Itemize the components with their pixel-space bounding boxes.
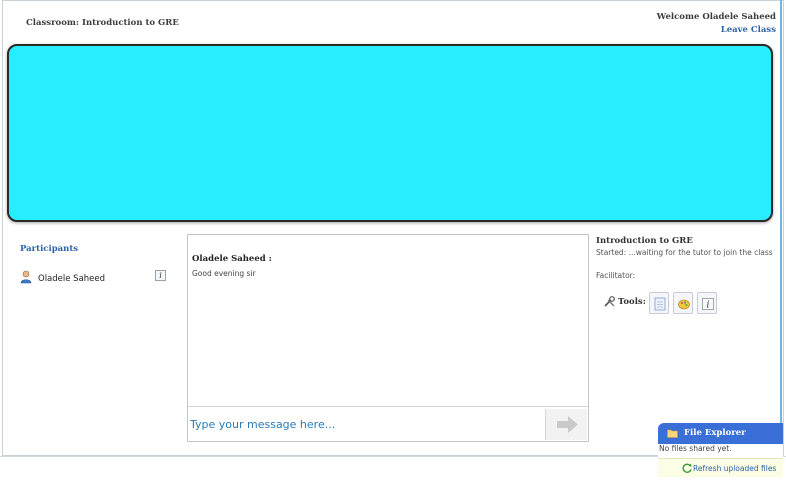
svg-text:i: i [707,301,710,311]
folder-icon [667,429,678,438]
notepad-button[interactable] [649,292,669,314]
chat-message-input[interactable] [188,413,540,435]
chat-input-area [188,406,588,441]
send-button[interactable] [545,409,587,440]
class-info-title: Introduction to GRE [596,236,693,246]
facilitator-label: Facilitator: [596,271,636,280]
classroom-stage [7,44,773,222]
file-explorer-header[interactable]: File Explorer [658,423,783,444]
chat-message-text: Good evening sir [192,269,256,278]
leave-class-link[interactable]: Leave Class [721,25,776,35]
welcome-text: Welcome Oladele Saheed [656,12,776,22]
tools-row: Tools: i [604,292,734,316]
tools-icon [604,296,615,307]
arrow-right-icon [557,416,578,433]
info-icon: i [702,298,714,311]
participant-name: Oladele Saheed [38,274,106,284]
refresh-icon [682,463,692,473]
file-explorer-status: No files shared yet. [658,444,783,458]
scrollbar-edge [780,0,782,456]
refresh-files-button[interactable]: Refresh uploaded files [658,458,783,477]
participants-heading: Participants [20,244,79,254]
participant-item: Oladele Saheed i [20,270,166,286]
user-icon [20,270,32,284]
file-explorer-title: File Explorer [684,428,746,438]
chat-message-author: Oladele Saheed : [192,254,272,264]
tools-label: Tools: [618,297,646,307]
palette-icon [678,299,690,310]
info-icon[interactable]: i [155,270,166,281]
palette-button[interactable] [673,292,693,314]
refresh-files-label: Refresh uploaded files [693,464,777,473]
notepad-icon [654,297,666,311]
chat-panel: Oladele Saheed : Good evening sir [187,234,589,442]
info-button[interactable]: i [697,292,717,314]
class-started-status: Started: ...waiting for the tutor to joi… [596,248,773,257]
classroom-title: Classroom: Introduction to GRE [26,18,179,28]
